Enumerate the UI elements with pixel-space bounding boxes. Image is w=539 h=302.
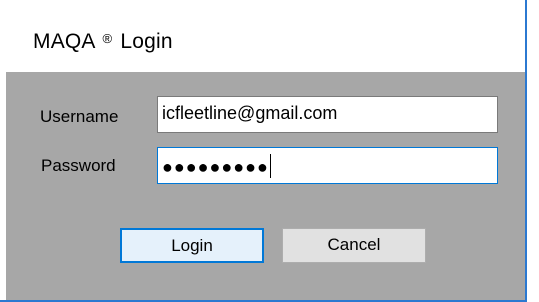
login-window: MAQA ® Login Username icfleetline@gmail.… <box>0 0 539 302</box>
login-form-panel: Username icfleetline@gmail.com Password … <box>6 72 525 300</box>
text-caret <box>269 154 271 178</box>
login-button[interactable]: Login <box>120 228 264 263</box>
username-value: icfleetline@gmail.com <box>162 103 338 123</box>
password-masked-value: ●●●●●●●●● <box>162 157 269 177</box>
username-field[interactable]: icfleetline@gmail.com <box>157 96 498 133</box>
window-title: MAQA ® Login <box>33 30 173 54</box>
registered-mark: ® <box>102 31 113 46</box>
cancel-button[interactable]: Cancel <box>282 228 426 263</box>
window-title-app: MAQA <box>33 30 95 53</box>
username-label: Username <box>40 107 119 126</box>
window-title-suffix: Login <box>120 30 173 53</box>
password-field[interactable]: ●●●●●●●●● <box>157 147 498 184</box>
window-border-right <box>525 0 527 302</box>
password-label: Password <box>41 156 116 175</box>
